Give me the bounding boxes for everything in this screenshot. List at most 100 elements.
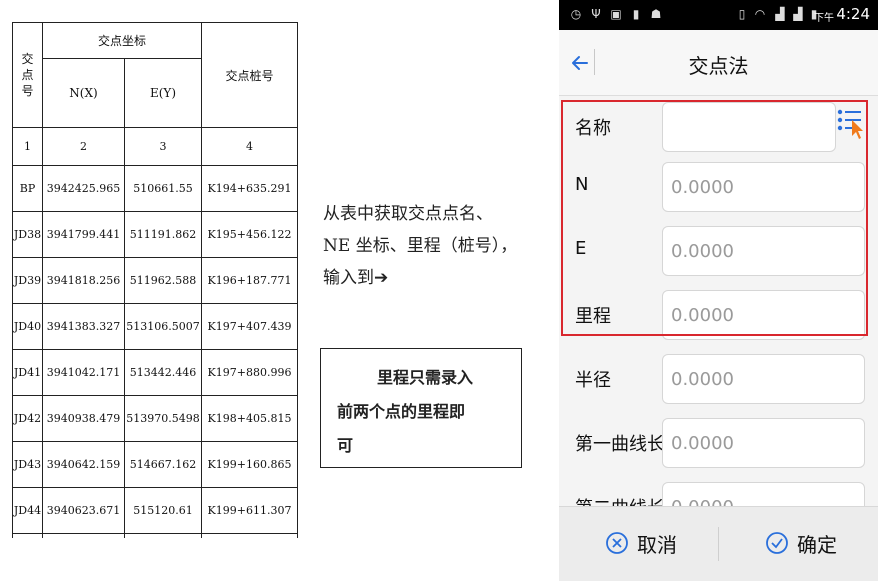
point-name-cell: JD44: [12, 487, 43, 534]
n-cell: 3941383.327: [42, 303, 125, 350]
table-row: JD38 3941799.441 511191.862 K195+456.122: [12, 211, 298, 258]
e-cell: 513106.5007: [124, 303, 202, 350]
bottom-action-bar: 取消 确定: [559, 506, 878, 581]
n-label: N: [575, 174, 589, 195]
point-name-cell: JD41: [12, 349, 43, 396]
vibrate-icon: ▯: [738, 7, 746, 21]
n-cell: 3940623.671: [42, 487, 125, 534]
gallery-icon: ▣: [610, 7, 622, 21]
point-name-cell: JD39: [12, 257, 43, 304]
ok-button[interactable]: 确定: [765, 523, 837, 563]
point-list-icon[interactable]: [835, 106, 867, 142]
radius-label: 半径: [575, 370, 611, 391]
e-header: E(Y): [124, 58, 202, 128]
table-row: JD40 3941383.327 513106.5007 K197+407.43…: [12, 303, 298, 350]
e-cell: 515120.61: [124, 487, 202, 534]
note-line: 前两个点的里程即: [337, 402, 466, 421]
table-row: JD43 3940642.159 514667.162 K199+160.865: [12, 441, 298, 488]
col-num-3: 3: [124, 127, 202, 166]
station-cell: K197+880.996: [201, 349, 298, 396]
intersection-form: 名称 N E 里程 半径 第一曲线长: [559, 96, 878, 532]
e-cell: 513970.5498: [124, 395, 202, 442]
n-cell: 3941042.171: [42, 349, 125, 396]
e-input[interactable]: [662, 226, 865, 276]
form-row-e: E: [559, 220, 878, 284]
coord-group-header: 交点坐标: [42, 22, 202, 59]
col-num-1: 1: [12, 127, 43, 166]
station-cell: K199+160.865: [201, 441, 298, 488]
point-name-cell: JD43: [12, 441, 43, 488]
point-no-header: 交点号: [12, 22, 43, 128]
instruction-line: 输入到➔: [323, 268, 389, 288]
form-row-name: 名称: [559, 96, 878, 160]
curve1-input[interactable]: [662, 418, 865, 468]
n-cell: 3942425.965: [42, 165, 125, 212]
status-ampm: 下午: [814, 13, 834, 24]
note-box: 里程只需录入 前两个点的里程即 可: [320, 348, 522, 468]
status-bar: ◷ Ψ ▣ ▮ ☗ ▯ ◠ ▟ ▟ ▮ 下午 4:24: [559, 0, 878, 30]
instruction-line: NE 坐标、里程（桩号），: [323, 236, 518, 256]
usb-icon: Ψ: [591, 7, 601, 21]
mileage-input[interactable]: [662, 290, 865, 340]
e-label: E: [575, 238, 587, 259]
phone-screen: ◷ Ψ ▣ ▮ ☗ ▯ ◠ ▟ ▟ ▮ 下午 4:24 交点法 名称 N 0.0…: [559, 0, 878, 581]
form-row-n: N: [559, 156, 878, 220]
col-num-4: 4: [201, 127, 298, 166]
station-cell: K199+611.307: [201, 487, 298, 534]
status-time: 4:24: [836, 5, 870, 23]
form-row-mileage: 里程: [559, 284, 878, 348]
e-cell: 511962.588: [124, 257, 202, 304]
wifi-icon: ◠: [754, 7, 766, 21]
android-icon: ☗: [650, 7, 662, 21]
note-line: 可: [337, 436, 354, 455]
station-cell: K196+187.771: [201, 257, 298, 304]
table-row: JD44 3940623.671 515120.61 K199+611.307: [12, 487, 298, 534]
app-header: 交点法: [559, 30, 878, 96]
point-name-cell: BP: [12, 165, 43, 212]
table-row: JD39 3941818.256 511962.588 K196+187.771: [12, 257, 298, 304]
point-name-cell: JD38: [12, 211, 43, 258]
name-input[interactable]: [662, 102, 836, 152]
e-cell: 511191.862: [124, 211, 202, 258]
bottom-divider: [718, 527, 719, 561]
signal-1-icon: ▟: [775, 7, 785, 21]
point-name-cell: JD40: [12, 303, 43, 350]
cancel-circle-icon: [606, 532, 628, 554]
battery-small-icon: ▮: [632, 7, 640, 21]
note-line: 里程只需录入: [377, 368, 474, 387]
table-row: JD42 3940938.479 513970.5498 K198+405.81…: [12, 395, 298, 442]
n-cell: 3941818.256: [42, 257, 125, 304]
n-cell: 3941799.441: [42, 211, 125, 258]
table-crop-mask: [0, 538, 320, 581]
form-row-radius: 半径: [559, 348, 878, 412]
n-cell: 3940642.159: [42, 441, 125, 488]
e-cell: 514667.162: [124, 441, 202, 488]
instruction-text: 从表中获取交点点名、 NE 坐标、里程（桩号）， 输入到➔: [323, 198, 563, 294]
station-cell: K197+407.439: [201, 303, 298, 350]
mileage-label: 里程: [575, 306, 611, 327]
n-header: N(X): [42, 58, 125, 128]
ok-label: 确定: [797, 532, 837, 557]
check-circle-icon: [766, 532, 788, 554]
e-cell: 510661.55: [124, 165, 202, 212]
curve1-label: 第一曲线长: [575, 434, 665, 455]
station-header: 交点桩号: [201, 22, 298, 128]
intersection-coordinate-table: 交点号 交点坐标 交点桩号 N(X) E(Y) 1 2 3 4 BP 39424…: [12, 22, 298, 580]
page-title: 交点法: [688, 54, 749, 78]
sync-icon: ◷: [570, 7, 582, 21]
col-num-2: 2: [42, 127, 125, 166]
signal-2-icon: ▟: [793, 7, 803, 21]
n-input[interactable]: [662, 162, 865, 212]
name-label: 名称: [575, 118, 611, 139]
station-cell: K198+405.815: [201, 395, 298, 442]
n-cell: 3940938.479: [42, 395, 125, 442]
cancel-label: 取消: [637, 532, 677, 557]
cancel-button[interactable]: 取消: [605, 523, 677, 563]
e-cell: 513442.446: [124, 349, 202, 396]
table-row: JD41 3941042.171 513442.446 K197+880.996: [12, 349, 298, 396]
instruction-line: 从表中获取交点点名、: [323, 204, 493, 224]
table-row: BP 3942425.965 510661.55 K194+635.291: [12, 165, 298, 212]
form-row-curve1: 第一曲线长: [559, 412, 878, 476]
radius-input[interactable]: [662, 354, 865, 404]
station-cell: K195+456.122: [201, 211, 298, 258]
